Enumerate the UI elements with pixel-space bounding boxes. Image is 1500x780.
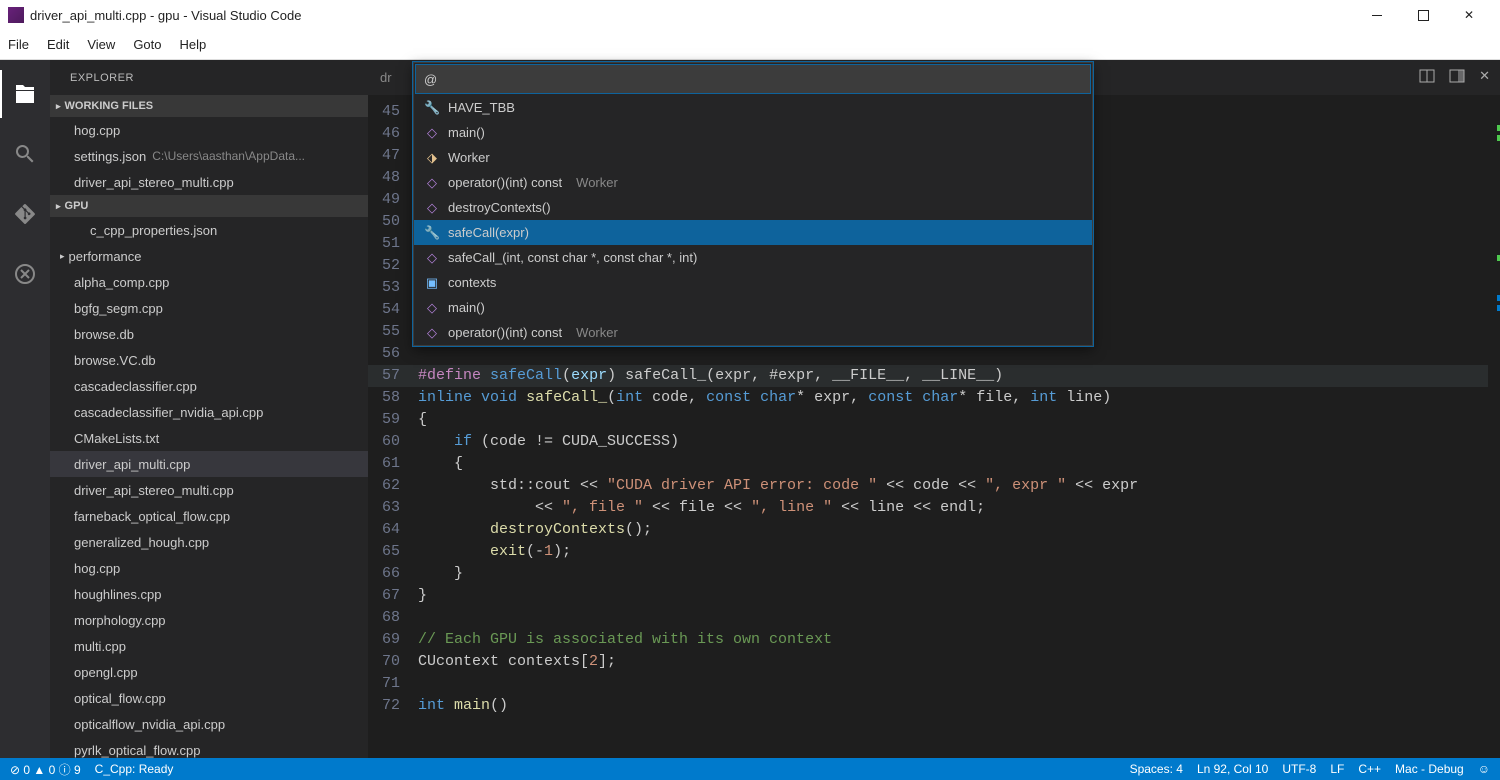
status-lang[interactable]: C++ — [1358, 762, 1381, 776]
tree-item[interactable]: bgfg_segm.cpp — [50, 295, 368, 321]
tree-item[interactable]: houghlines.cpp — [50, 581, 368, 607]
sidebar: EXPLORER WORKING FILES hog.cppsettings.j… — [50, 60, 368, 758]
tree-item[interactable]: optical_flow.cpp — [50, 685, 368, 711]
tree-item[interactable]: CMakeLists.txt — [50, 425, 368, 451]
quick-open-item[interactable]: ◇operator()(int) constWorker — [414, 170, 1092, 195]
tree-item[interactable]: morphology.cpp — [50, 607, 368, 633]
menu-help[interactable]: Help — [180, 37, 207, 52]
close-icon[interactable]: ✕ — [1479, 68, 1490, 87]
window-controls — [1354, 0, 1492, 30]
project-header[interactable]: GPU — [50, 195, 368, 217]
tree-item[interactable]: multi.cpp — [50, 633, 368, 659]
tree-item[interactable]: cascadeclassifier_nvidia_api.cpp — [50, 399, 368, 425]
tree-item[interactable]: alpha_comp.cpp — [50, 269, 368, 295]
tree-item[interactable]: browse.db — [50, 321, 368, 347]
title-bar: driver_api_multi.cpp - gpu - Visual Stud… — [0, 0, 1500, 30]
tree-item[interactable]: browse.VC.db — [50, 347, 368, 373]
working-files-header[interactable]: WORKING FILES — [50, 95, 368, 117]
tree-item[interactable]: pyrlk_optical_flow.cpp — [50, 737, 368, 758]
menu-edit[interactable]: Edit — [47, 37, 69, 52]
minimap[interactable] — [1488, 95, 1500, 758]
menu-view[interactable]: View — [87, 37, 115, 52]
tree-item[interactable]: generalized_hough.cpp — [50, 529, 368, 555]
tree-item[interactable]: opticalflow_nvidia_api.cpp — [50, 711, 368, 737]
working-file[interactable]: driver_api_stereo_multi.cpp — [50, 169, 368, 195]
activity-bar — [0, 60, 50, 758]
tree-item[interactable]: driver_api_multi.cpp — [50, 451, 368, 477]
quick-open-item[interactable]: ▣contexts — [414, 270, 1092, 295]
quick-open-input[interactable]: @ — [416, 65, 1090, 93]
explorer-icon[interactable] — [0, 70, 50, 118]
status-position[interactable]: Ln 92, Col 10 — [1197, 762, 1268, 776]
status-bar: ⊘ 0 ▲ 0 ⓘ 9 C_Cpp: Ready Spaces: 4 Ln 92… — [0, 758, 1500, 780]
quick-open-item[interactable]: ◇operator()(int) constWorker — [414, 320, 1092, 345]
tree-item[interactable]: hog.cpp — [50, 555, 368, 581]
quick-open-item[interactable]: 🔧safeCall(expr) — [414, 220, 1092, 245]
git-icon[interactable] — [0, 190, 50, 238]
minimize-button[interactable] — [1354, 0, 1400, 30]
tree-item[interactable]: performance — [50, 243, 368, 269]
quick-open-item[interactable]: ⬗Worker — [414, 145, 1092, 170]
window-title: driver_api_multi.cpp - gpu - Visual Stud… — [30, 8, 301, 23]
tree-item[interactable]: driver_api_stereo_multi.cpp — [50, 477, 368, 503]
editor-tab[interactable]: dr — [368, 60, 404, 95]
tree-item[interactable]: farneback_optical_flow.cpp — [50, 503, 368, 529]
status-spaces[interactable]: Spaces: 4 — [1130, 762, 1183, 776]
search-icon[interactable] — [0, 130, 50, 178]
status-encoding[interactable]: UTF-8 — [1282, 762, 1316, 776]
feedback-icon[interactable]: ☺ — [1478, 762, 1490, 776]
split-editor-icon[interactable] — [1419, 68, 1435, 87]
tree-item[interactable]: c_cpp_properties.json — [50, 217, 368, 243]
status-problems[interactable]: ⊘ 0 ▲ 0 ⓘ 9 — [10, 761, 81, 778]
sidebar-title: EXPLORER — [50, 60, 368, 95]
working-file[interactable]: hog.cpp — [50, 117, 368, 143]
quick-open-item[interactable]: ◇main() — [414, 120, 1092, 145]
menu-goto[interactable]: Goto — [133, 37, 161, 52]
status-ccpp[interactable]: C_Cpp: Ready — [95, 762, 174, 776]
tree-item[interactable]: cascadeclassifier.cpp — [50, 373, 368, 399]
quick-open: @ 🔧HAVE_TBB◇main()⬗Worker◇operator()(int… — [413, 62, 1093, 346]
close-button[interactable] — [1446, 0, 1492, 30]
quick-open-item[interactable]: ◇safeCall_(int, const char *, const char… — [414, 245, 1092, 270]
status-eol[interactable]: LF — [1330, 762, 1344, 776]
quick-open-item[interactable]: ◇main() — [414, 295, 1092, 320]
menu-file[interactable]: File — [8, 37, 29, 52]
menu-bar: File Edit View Goto Help — [0, 30, 1500, 60]
quick-open-item[interactable]: ◇destroyContexts() — [414, 195, 1092, 220]
maximize-button[interactable] — [1400, 0, 1446, 30]
vscode-icon — [8, 7, 24, 23]
more-icon[interactable] — [1449, 68, 1465, 87]
tree-item[interactable]: opengl.cpp — [50, 659, 368, 685]
status-config[interactable]: Mac - Debug — [1395, 762, 1464, 776]
quick-open-item[interactable]: 🔧HAVE_TBB — [414, 95, 1092, 120]
working-file[interactable]: settings.jsonC:\Users\aasthan\AppData... — [50, 143, 368, 169]
debug-icon[interactable] — [0, 250, 50, 298]
